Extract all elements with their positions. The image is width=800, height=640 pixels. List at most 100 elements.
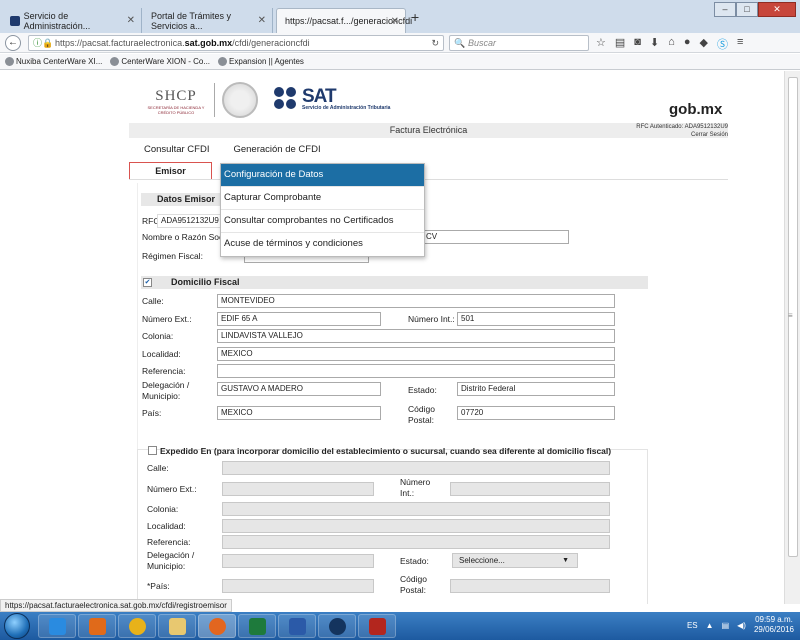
referencia-field[interactable] [217, 364, 615, 378]
bookmark-item[interactable]: Nuxiba CenterWare XI... [5, 57, 102, 67]
system-tray: ES ▲ ▤ ◀) 09:59 a.m. 29/06/2016 [687, 615, 794, 635]
expedido-checkbox[interactable] [148, 446, 157, 455]
domicilio-checkbox[interactable]: ✔ [143, 278, 152, 287]
razon-social-field[interactable]: CV [422, 230, 569, 244]
close-icon[interactable]: ✕ [391, 16, 399, 27]
close-icon[interactable]: ✕ [258, 15, 266, 26]
tab-sat[interactable]: Servicio de Administración... ✕ [2, 8, 142, 33]
excel-icon[interactable] [238, 614, 276, 638]
tab-generacioncfdi[interactable]: https://pacsat.f.../generacioncfdi ✕ [276, 8, 412, 33]
firefox-icon[interactable] [198, 614, 236, 638]
explorer-icon[interactable] [158, 614, 196, 638]
localidad-label: Localidad: [142, 349, 181, 359]
exp-estado-value: Seleccione... [459, 556, 505, 565]
menu-generacion-cfdi[interactable]: Generación de CFDI [233, 144, 320, 155]
addon-icon[interactable]: ◆ [699, 36, 707, 52]
localidad-field[interactable]: MEXICO [217, 347, 615, 361]
exp-referencia-field[interactable] [222, 535, 610, 549]
acrobat-icon[interactable] [358, 614, 396, 638]
search-input[interactable]: 🔍 Buscar [449, 35, 589, 51]
rfc-field: ADA9512132U9 [157, 214, 221, 228]
menu-item-consultar-no-certificados[interactable]: Consultar comprobantes no Certificados [221, 210, 424, 233]
exp-colonia-label: Colonia: [147, 504, 179, 514]
numext-label: Número Ext.: [142, 314, 192, 324]
calle-field[interactable]: MONTEVIDEO [217, 294, 615, 308]
bookmark-label: Expansion || Agentes [229, 56, 304, 66]
menu-item-capturar[interactable]: Capturar Comprobante [221, 187, 424, 210]
lock-icon: ⓘ🔒 [33, 38, 54, 48]
reload-icon[interactable]: ↻ [431, 36, 439, 50]
reading-list-icon[interactable]: ▤ [615, 36, 625, 52]
tab-underline [129, 179, 728, 180]
exp-pais-field[interactable] [222, 579, 374, 593]
bookmark-star-icon[interactable]: ☆ [596, 36, 606, 52]
colonia-field[interactable]: LINDAVISTA VALLEJO [217, 329, 615, 343]
close-icon[interactable]: ✕ [127, 15, 135, 26]
exp-delegacion-field[interactable] [222, 554, 374, 568]
exp-calle-field[interactable] [222, 461, 610, 475]
bookmark-item[interactable]: Expansion || Agentes [218, 56, 304, 67]
shcp-text: SHCP [155, 88, 197, 104]
clock[interactable]: 09:59 a.m. 29/06/2016 [754, 615, 794, 635]
exp-estado-select[interactable]: Seleccione... ▼ [452, 553, 578, 568]
start-button[interactable] [4, 613, 30, 639]
exp-cp-field[interactable] [450, 579, 610, 593]
menu-consultar-cfdi[interactable]: Consultar CFDI [144, 144, 209, 155]
download-icon[interactable]: ⬇ [650, 36, 659, 52]
numint-label: Número Int.: [408, 314, 455, 324]
auth-info: RFC Autenticado: ADA9512132U9 Cerrar Ses… [636, 123, 728, 139]
exp-colonia-field[interactable] [222, 502, 610, 516]
gobmx-logo: gob.mx [669, 101, 723, 118]
maximize-button[interactable]: □ [736, 2, 758, 17]
estado-field[interactable]: Distrito Federal [457, 382, 615, 396]
exp-numint-field[interactable] [450, 482, 610, 496]
tab-portal[interactable]: Portal de Trámites y Servicios a... ✕ [143, 8, 273, 33]
referencia-label: Referencia: [142, 366, 186, 376]
sat-logo-subtitle: Servicio de Administración Tributaria [302, 105, 391, 111]
delegacion-field[interactable]: GUSTAVO A MADERO [217, 382, 381, 396]
tray-arrow-icon[interactable]: ▲ [706, 621, 714, 630]
url-bar[interactable]: ⓘ🔒 https://pacsat.facturaelectronica.sat… [28, 35, 444, 51]
menu-item-configuracion[interactable]: Configuración de Datos [221, 164, 424, 187]
chrome-icon[interactable] [118, 614, 156, 638]
minimize-button[interactable]: – [714, 2, 736, 17]
chat-icon[interactable]: ● [684, 36, 691, 52]
scroll-grip-icon: ≡ [788, 311, 793, 320]
language-indicator[interactable]: ES [687, 621, 698, 630]
skype-icon[interactable]: Ⓢ [717, 36, 728, 52]
calle-label: Calle: [142, 296, 164, 306]
home-icon[interactable]: ⌂ [668, 36, 675, 52]
numext-field[interactable]: EDIF 65 A [217, 312, 381, 326]
navigation-bar: ← ⓘ🔒 https://pacsat.facturaelectronica.s… [0, 33, 800, 53]
exp-delegacion-label: Delegación / Municipio: [147, 550, 195, 571]
word-icon[interactable] [278, 614, 316, 638]
numint-field[interactable]: 501 [457, 312, 615, 326]
exp-numext-field[interactable] [222, 482, 374, 496]
new-tab-button[interactable]: + [411, 9, 419, 25]
tab-emisor[interactable]: Emisor [129, 162, 212, 180]
main-menu: Consultar CFDI Generación de CFDI [144, 144, 321, 155]
page-scrollbar[interactable]: ≡ [784, 71, 800, 604]
logout-link[interactable]: Cerrar Sesión [636, 131, 728, 139]
cp-field[interactable]: 07720 [457, 406, 615, 420]
shcp-logo: SHCP SECRETARÍA DE HACIENDA Y CRÉDITO PÚ… [140, 88, 212, 115]
volume-icon[interactable]: ◀) [737, 621, 746, 630]
pais-label: País: [142, 408, 162, 418]
exp-localidad-field[interactable] [222, 519, 610, 533]
menu-icon[interactable]: ≡ [737, 36, 743, 52]
menu-item-acuse[interactable]: Acuse de términos y condiciones [221, 233, 424, 256]
ie-icon[interactable] [38, 614, 76, 638]
cp-label: Código Postal: [408, 404, 435, 425]
zimbra-icon[interactable] [318, 614, 356, 638]
back-button[interactable]: ← [5, 35, 21, 51]
url-path: /cfdi/generacioncfdi [232, 38, 310, 48]
pocket-icon[interactable]: ◙ [634, 36, 641, 52]
media-icon[interactable] [78, 614, 116, 638]
network-icon[interactable]: ▤ [722, 621, 730, 630]
pais-field[interactable]: MEXICO [217, 406, 381, 420]
globe-icon [5, 57, 14, 67]
window-close-button[interactable]: ✕ [758, 2, 796, 17]
exp-estado-label: Estado: [400, 556, 429, 566]
globe-icon [110, 57, 120, 67]
bookmark-item[interactable]: CenterWare XION - Co... [110, 57, 210, 67]
